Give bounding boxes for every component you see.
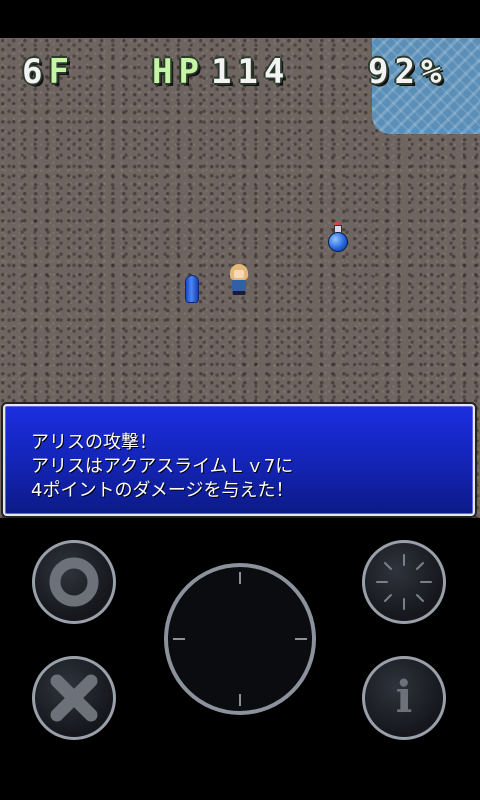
potion-item — [328, 222, 348, 252]
circle-icon — [49, 557, 99, 607]
clock-dial-icon — [376, 554, 432, 610]
dpad-dial — [164, 563, 316, 715]
cancel-button[interactable] — [32, 656, 116, 740]
floor-value: 6 — [22, 52, 49, 92]
aqua-slime-enemy — [186, 276, 198, 302]
message-line: 4ポイントのダメージを与えた！ — [31, 480, 294, 501]
wait-button[interactable] — [362, 540, 446, 624]
floor-indicator: 6F — [22, 52, 75, 92]
message-line: アリスはアクアスライムＬｖ7に — [31, 456, 294, 477]
fullness-value: 92% — [368, 52, 448, 92]
status-bar — [0, 0, 480, 38]
x-icon — [50, 674, 98, 722]
control-panel: i — [0, 518, 480, 800]
hero-alice — [230, 264, 248, 296]
message-line: アリスの攻撃！ — [31, 432, 157, 453]
floor-label: F — [48, 52, 75, 92]
info-glyph: i — [395, 672, 413, 723]
fullness-indicator: 92% — [368, 52, 447, 92]
message-window: アリスの攻撃！ アリスはアクアスライムＬｖ7に 4ポイントのダメージを与えた！ — [3, 404, 475, 516]
direction-pad[interactable] — [163, 562, 317, 716]
info-icon: i — [365, 659, 443, 737]
hp-label: HP — [152, 52, 205, 92]
info-button[interactable]: i — [362, 656, 446, 740]
confirm-button[interactable] — [32, 540, 116, 624]
hp-indicator: HP 114 — [152, 52, 290, 92]
hp-value: 114 — [210, 52, 291, 92]
